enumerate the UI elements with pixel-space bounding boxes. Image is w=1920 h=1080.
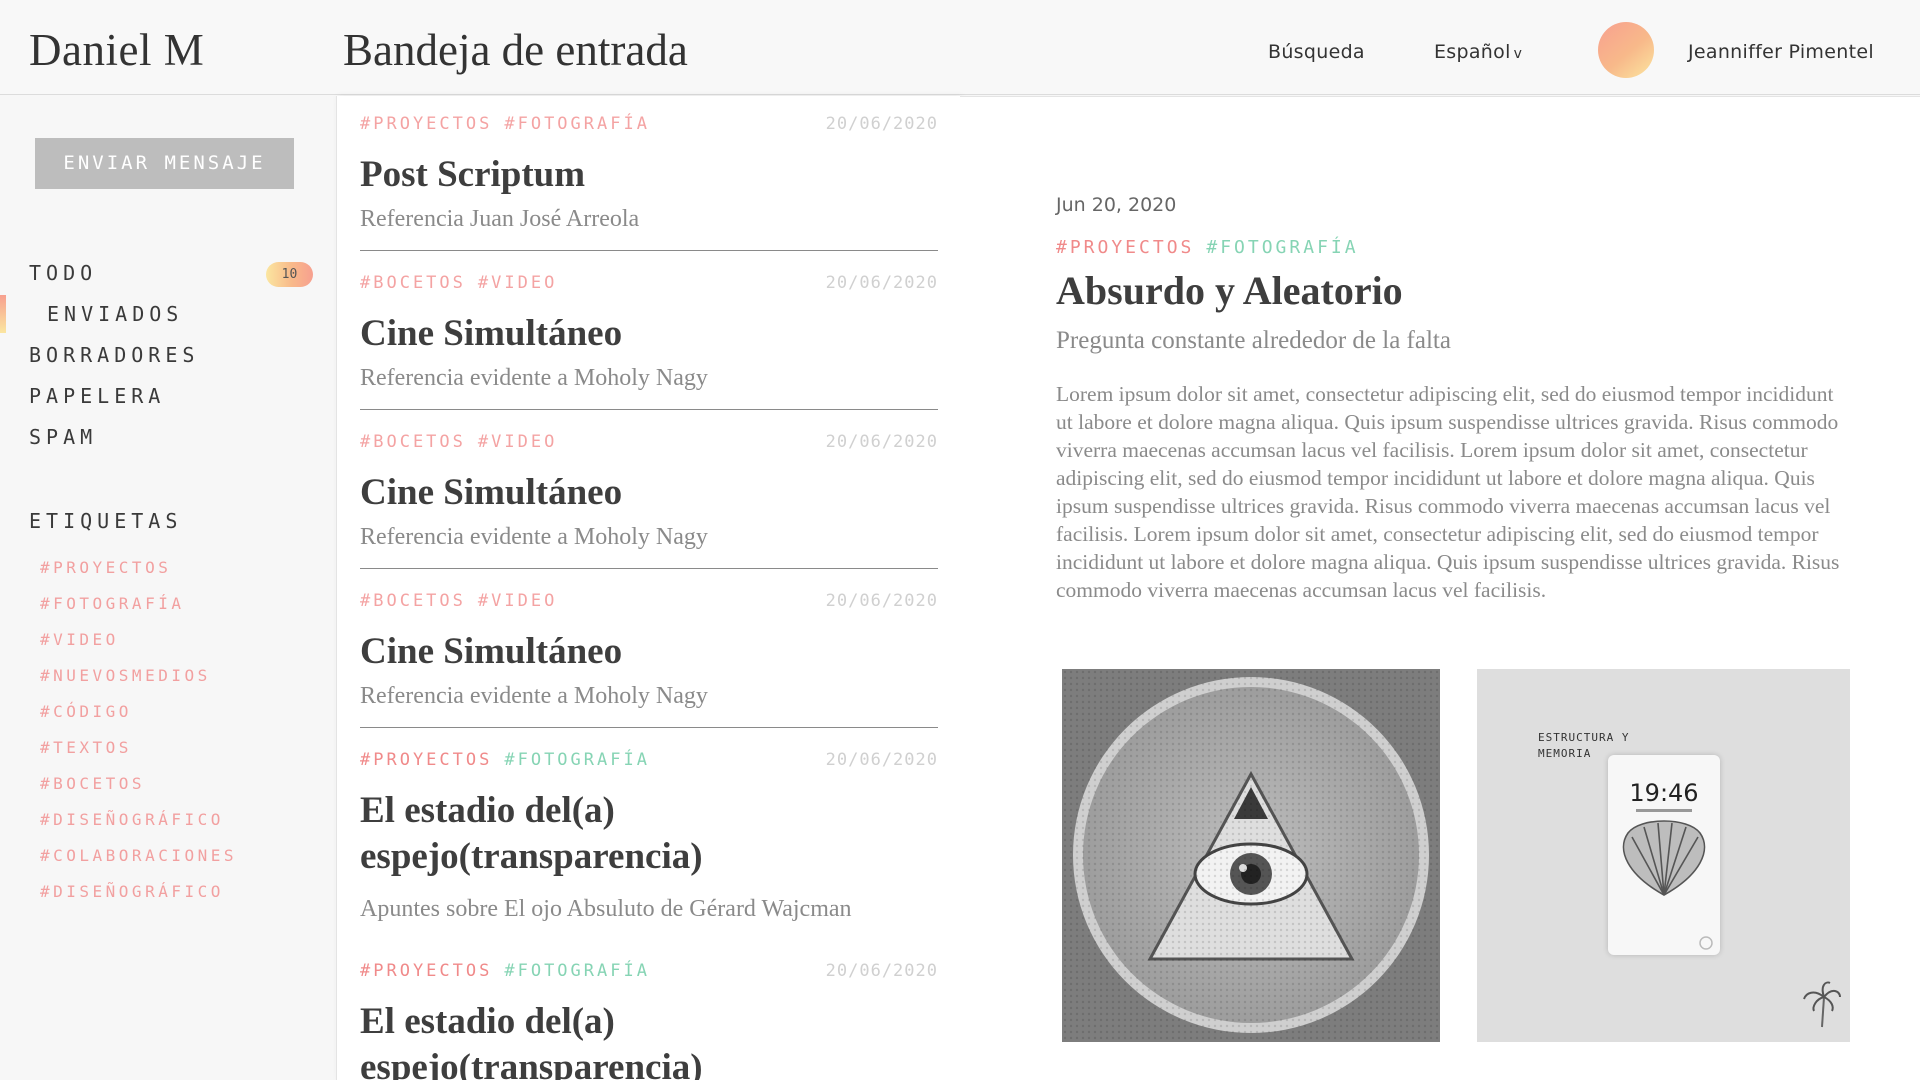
message-tag: #PROYECTOS bbox=[360, 750, 493, 770]
message-tag: #VIDEO bbox=[477, 591, 558, 611]
sidebar-item-papelera[interactable]: PAPELERA bbox=[29, 384, 165, 408]
message-title-line-2: espejo(transparencia) bbox=[360, 1047, 703, 1080]
reading-pane: Jun 20, 2020 #PROYECTOS #FOTOGRAFÍA Absur… bbox=[960, 96, 1920, 1080]
message-date: 20/06/2020 bbox=[825, 750, 938, 770]
palm-tree-icon bbox=[1803, 981, 1841, 1028]
message-item[interactable]: #BOCETOS #VIDEO 20/06/2020 Cine Simultáne… bbox=[360, 591, 938, 732]
message-date: 20/06/2020 bbox=[825, 432, 938, 452]
message-tags: #PROYECTOS #FOTOGRAFÍA bbox=[360, 114, 662, 134]
eye-triangle-illustration bbox=[1062, 669, 1440, 1042]
message-tag: #BOCETOS bbox=[360, 591, 466, 611]
message-subtitle: Pregunta constante alrededor de la falta bbox=[1056, 327, 1451, 354]
tag-colaboraciones[interactable]: #COLABORACIONES bbox=[40, 846, 237, 865]
message-subtitle: Referencia evidente a Moholy Nagy bbox=[360, 683, 708, 709]
language-label: Español bbox=[1434, 41, 1511, 63]
message-subtitle: Referencia evidente a Moholy Nagy bbox=[360, 524, 708, 550]
message-tag: #BOCETOS bbox=[360, 273, 466, 293]
message-title: Cine Simultáneo bbox=[360, 631, 623, 672]
message-title: Cine Simultáneo bbox=[360, 472, 623, 513]
tag-fotografia[interactable]: #FOTOGRAFÍA bbox=[40, 594, 184, 613]
tag-proyectos[interactable]: #PROYECTOS bbox=[40, 558, 171, 577]
message-title-line-1: El estadio del(a) bbox=[360, 1001, 615, 1042]
message-item[interactable]: #BOCETOS #VIDEO 20/06/2020 Cine Simultáne… bbox=[360, 273, 938, 414]
message-title-line-2: espejo(transparencia) bbox=[360, 836, 703, 877]
image-caption-line-1: ESTRUCTURA Y bbox=[1538, 731, 1630, 744]
message-date: Jun 20, 2020 bbox=[1056, 194, 1177, 216]
chevron-down-icon: v bbox=[1513, 46, 1523, 62]
message-tags: #PROYECTOS #FOTOGRAFÍA bbox=[1056, 237, 1371, 258]
sidebar-item-todo[interactable]: TODO bbox=[29, 261, 97, 285]
tag-nuevosmedios[interactable]: #NUEVOSMEDIOS bbox=[40, 666, 211, 685]
tag-bocetos[interactable]: #BOCETOS bbox=[40, 774, 145, 793]
message-tag: #VIDEO bbox=[477, 273, 558, 293]
message-tag[interactable]: #FOTOGRAFÍA bbox=[1206, 237, 1358, 258]
unread-count-badge: 10 bbox=[266, 262, 313, 287]
message-tags: #PROYECTOS #FOTOGRAFÍA bbox=[360, 961, 662, 981]
avatar[interactable] bbox=[1598, 22, 1654, 78]
message-tag: #FOTOGRAFÍA bbox=[504, 961, 650, 981]
user-name[interactable]: Jeanniffer Pimentel bbox=[1688, 41, 1874, 63]
sidebar-item-enviados[interactable]: ENVIADOS bbox=[47, 302, 183, 326]
brand-name[interactable]: Daniel M bbox=[29, 24, 204, 76]
message-subtitle: Referencia Juan José Arreola bbox=[360, 206, 640, 232]
message-tag: #FOTOGRAFÍA bbox=[504, 114, 650, 134]
tag-codigo[interactable]: #CÓDIGO bbox=[40, 702, 132, 721]
message-list: #PROYECTOS #FOTOGRAFÍA 20/06/2020 Post Sc… bbox=[336, 96, 960, 1080]
tag-video[interactable]: #VIDEO bbox=[40, 630, 119, 649]
page-title: Bandeja de entrada bbox=[343, 25, 688, 75]
message-subtitle: Apuntes sobre El ojo Absuluto de Gérard … bbox=[360, 896, 852, 922]
message-tag: #BOCETOS bbox=[360, 432, 466, 452]
message-item[interactable]: #BOCETOS #VIDEO 20/06/2020 Cine Simultáne… bbox=[360, 432, 938, 573]
shell-icon bbox=[1622, 820, 1713, 950]
active-folder-indicator bbox=[0, 295, 6, 333]
message-date: 20/06/2020 bbox=[825, 273, 938, 293]
tags-heading: ETIQUETAS bbox=[29, 509, 183, 533]
attachment-image-eye-triangle[interactable] bbox=[1062, 669, 1440, 1042]
message-tags: #BOCETOS #VIDEO bbox=[360, 273, 569, 293]
message-divider bbox=[360, 727, 938, 728]
tag-disenografico-2[interactable]: #DISEÑOGRÁFICO bbox=[40, 882, 224, 901]
message-tag: #PROYECTOS bbox=[360, 961, 493, 981]
attachment-image-phone-shell[interactable]: ESTRUCTURA Y MEMORIA 19:46 bbox=[1477, 669, 1850, 1042]
language-selector[interactable]: Español v bbox=[1434, 41, 1522, 63]
sidebar-item-spam[interactable]: SPAM bbox=[29, 425, 97, 449]
message-subtitle: Referencia evidente a Moholy Nagy bbox=[360, 365, 708, 391]
message-title: Post Scriptum bbox=[360, 154, 586, 195]
message-tags: #BOCETOS #VIDEO bbox=[360, 591, 569, 611]
message-tags: #PROYECTOS #FOTOGRAFÍA bbox=[360, 750, 662, 770]
message-divider bbox=[360, 250, 938, 251]
message-date: 20/06/2020 bbox=[825, 114, 938, 134]
message-date: 20/06/2020 bbox=[825, 591, 938, 611]
message-tag: #FOTOGRAFÍA bbox=[504, 750, 650, 770]
message-item[interactable]: #PROYECTOS #FOTOGRAFÍA 20/06/2020 Post Sc… bbox=[360, 114, 938, 255]
message-item[interactable]: #PROYECTOS #FOTOGRAFÍA 20/06/2020 El esta… bbox=[360, 961, 938, 1080]
send-message-button[interactable]: ENVIAR MENSAJE bbox=[35, 138, 294, 189]
message-title: Cine Simultáneo bbox=[360, 313, 623, 354]
message-body: Lorem ipsum dolor sit amet, consectetur … bbox=[1056, 382, 1840, 602]
tag-textos[interactable]: #TEXTOS bbox=[40, 738, 132, 757]
tag-disenografico[interactable]: #DISEÑOGRÁFICO bbox=[40, 810, 224, 829]
message-item[interactable]: #PROYECTOS #FOTOGRAFÍA 20/06/2020 El esta… bbox=[360, 750, 938, 950]
message-date: 20/06/2020 bbox=[825, 961, 938, 981]
sidebar: ENVIAR MENSAJE TODO 10 ENVIADOS BORRADOR… bbox=[0, 96, 336, 1080]
message-tag: #VIDEO bbox=[477, 432, 558, 452]
sidebar-item-borradores[interactable]: BORRADORES bbox=[29, 343, 199, 367]
phone-illustration: 19:46 bbox=[1608, 755, 1720, 955]
search-link[interactable]: Búsqueda bbox=[1268, 41, 1365, 63]
message-tags: #BOCETOS #VIDEO bbox=[360, 432, 569, 452]
message-tag[interactable]: #PROYECTOS bbox=[1056, 237, 1194, 258]
message-divider bbox=[360, 409, 938, 410]
top-header: Daniel M Bandeja de entrada Búsqueda Esp… bbox=[0, 0, 1920, 95]
message-tag: #PROYECTOS bbox=[360, 114, 493, 134]
message-title: Absurdo y Aleatorio bbox=[1056, 268, 1403, 313]
message-divider bbox=[360, 568, 938, 569]
message-title-line-1: El estadio del(a) bbox=[360, 790, 615, 831]
